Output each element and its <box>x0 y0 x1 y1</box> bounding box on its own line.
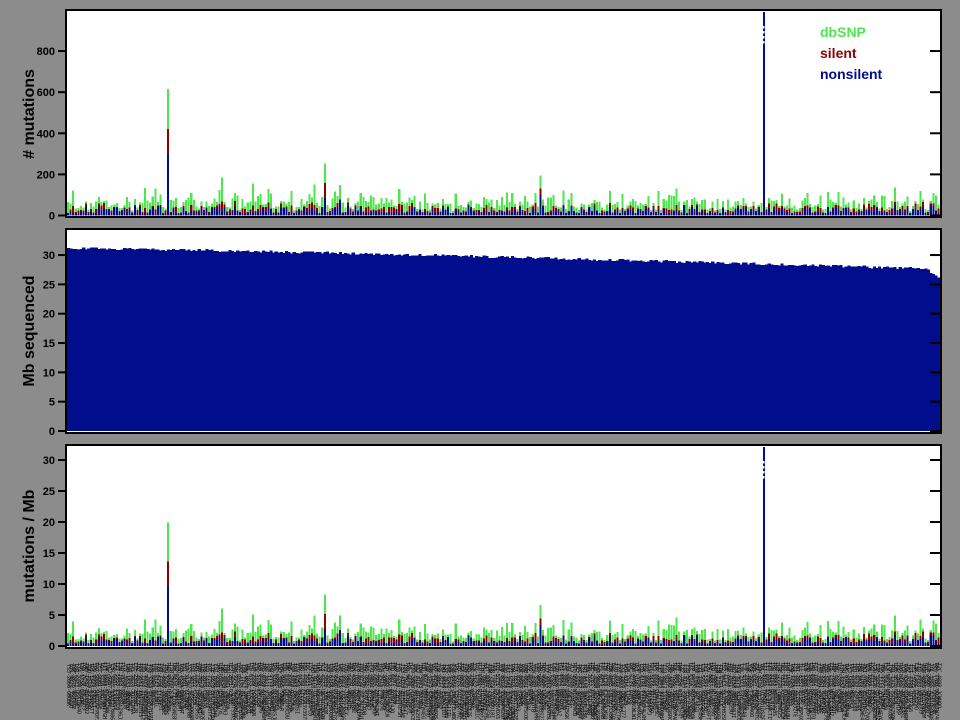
y-tick-label: 400 <box>37 128 55 140</box>
plots-canvas: 0 200 400 600 800 0 5 10 15 20 25 30 0 5 10 15 20 25 30 TSJ… <box>0 0 960 720</box>
y-tick-label: 20 <box>43 309 55 321</box>
y-tick-label: 5 <box>49 397 55 409</box>
mb-sequenced-area <box>67 248 941 431</box>
y-tick-label: 0 <box>49 641 55 653</box>
legend-item-silent: silent <box>820 45 882 62</box>
y-tick-label: 15 <box>43 548 55 560</box>
y-tick-label: 20 <box>43 517 55 529</box>
y-tick-label: 30 <box>43 250 55 262</box>
x-sample-label: T2C-4899-JCWHQQ <box>935 663 941 708</box>
y-axis-label-mb-sequenced: Mb sequenced <box>21 275 39 386</box>
y-tick-label: 5 <box>49 610 55 622</box>
y-tick-label: 200 <box>37 169 55 181</box>
y-tick-label: 10 <box>43 367 55 379</box>
panel-3-background <box>66 445 941 648</box>
panel-1-background <box>66 10 941 217</box>
y-axis-label-mutations-per-mb: mutations / Mb <box>21 490 39 603</box>
y-tick-label: 25 <box>43 279 55 291</box>
legend-item-nonsilent: nonsilent <box>820 66 882 83</box>
y-tick-label: 25 <box>43 486 55 498</box>
legend: dbSNP silent nonsilent <box>820 24 882 83</box>
y-tick-label: 10 <box>43 579 55 591</box>
y-axis-label-num-mutations: # mutations <box>21 69 39 159</box>
mutation-rate-figure: 0 200 400 600 800 0 5 10 15 20 25 30 0 5 10 15 20 25 30 TSJ… <box>0 0 960 720</box>
y-tick-label: 0 <box>49 426 55 438</box>
y-tick-label: 30 <box>43 455 55 467</box>
legend-item-dbsnp: dbSNP <box>820 24 882 41</box>
y-tick-label: 0 <box>49 211 55 223</box>
x-axis-sample-labels-band: TSJ-2660-G0UBKTO9-9025-J26S5QTAF-2675-W6… <box>65 662 941 720</box>
y-tick-label: 600 <box>37 87 55 99</box>
y-tick-label: 800 <box>37 46 55 58</box>
y-tick-label: 15 <box>43 338 55 350</box>
